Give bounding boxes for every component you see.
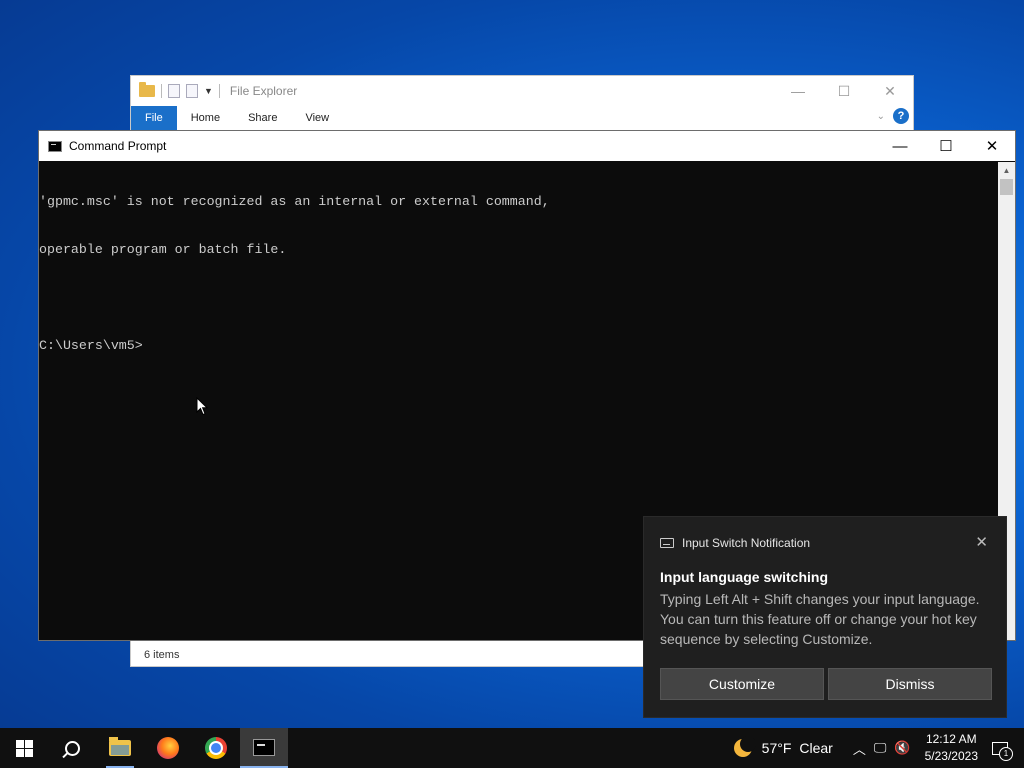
customize-button[interactable]: Customize — [660, 668, 824, 700]
tab-share[interactable]: Share — [234, 106, 291, 130]
window-controls: — ☐ ✕ — [775, 76, 913, 106]
notification-actions: Customize Dismiss — [660, 668, 992, 700]
new-folder-icon[interactable] — [186, 84, 198, 98]
expand-ribbon-chevron-icon[interactable]: ⌄ — [877, 111, 885, 122]
quick-access-toolbar: ▼ — [139, 82, 220, 98]
weather-condition[interactable]: Clear — [799, 740, 832, 756]
notification-body: Typing Left Alt + Shift changes your inp… — [660, 591, 980, 647]
scrollbar-thumb[interactable] — [1000, 179, 1013, 195]
clock[interactable]: 12:12 AM 5/23/2023 — [925, 731, 978, 765]
moon-weather-icon[interactable] — [733, 736, 756, 757]
start-button[interactable] — [0, 728, 48, 768]
help-icon[interactable]: ? — [893, 108, 909, 124]
close-icon[interactable]: ✕ — [975, 533, 988, 551]
minimize-button[interactable]: — — [775, 76, 821, 106]
divider — [218, 84, 220, 98]
notification-app-name: Input Switch Notification — [682, 536, 811, 550]
command-prompt-titlebar[interactable]: Command Prompt — ☐ ✕ — [39, 131, 1015, 161]
notification-title: Input language switching — [660, 569, 828, 585]
clock-date: 5/23/2023 — [924, 749, 978, 763]
minimize-button[interactable]: — — [877, 131, 923, 161]
taskbar: 57°F Clear ︿ 🖵 🔇 12:12 AM 5/23/2023 1 — [0, 728, 1024, 768]
system-tray: 57°F Clear ︿ 🖵 🔇 12:12 AM 5/23/2023 1 — [733, 728, 1024, 768]
ribbon-tabs: File Home Share View ⌄ ? — [131, 106, 913, 131]
console-line: operable program or batch file. — [39, 242, 287, 257]
chrome-icon — [205, 737, 227, 759]
network-icon[interactable]: 🖵 — [874, 740, 887, 756]
search-icon — [64, 740, 80, 756]
taskbar-command-prompt[interactable] — [240, 728, 288, 768]
status-bar-item-count: 6 items — [144, 649, 180, 661]
firefox-icon — [157, 737, 179, 759]
chevron-up-icon[interactable]: ︿ — [853, 739, 866, 758]
close-button[interactable]: ✕ — [969, 131, 1015, 161]
folder-icon — [139, 82, 155, 97]
keyboard-icon — [660, 538, 674, 548]
properties-icon[interactable] — [168, 84, 180, 98]
notification-count-badge: 1 — [999, 746, 1013, 761]
weather-temperature[interactable]: 57°F — [762, 740, 792, 756]
window-controls: — ☐ ✕ — [877, 131, 1015, 161]
maximize-button[interactable]: ☐ — [821, 76, 867, 106]
taskbar-chrome[interactable] — [192, 728, 240, 768]
window-title: Command Prompt — [69, 139, 167, 153]
file-explorer-titlebar[interactable]: ▼ File Explorer — ☐ ✕ — [131, 76, 913, 106]
taskbar-file-explorer[interactable] — [96, 728, 144, 768]
dismiss-button[interactable]: Dismiss — [828, 668, 992, 700]
windows-logo-icon — [15, 739, 33, 757]
search-button[interactable] — [48, 728, 96, 768]
clock-time: 12:12 AM — [925, 732, 977, 746]
divider — [161, 84, 162, 98]
tab-view[interactable]: View — [291, 106, 343, 130]
action-center-icon[interactable]: 1 — [992, 741, 1013, 761]
file-explorer-icon — [109, 737, 131, 756]
command-prompt-icon — [48, 140, 62, 152]
ribbon-right-controls: ⌄ ? — [877, 108, 909, 124]
taskbar-firefox[interactable] — [144, 728, 192, 768]
tab-file[interactable]: File — [131, 106, 177, 130]
customize-toolbar-chevron-icon[interactable]: ▼ — [204, 86, 213, 96]
command-prompt-icon — [253, 738, 275, 756]
console-prompt[interactable]: C:\Users\vm5> — [39, 338, 998, 354]
maximize-button[interactable]: ☐ — [923, 131, 969, 161]
console-line: 'gpmc.msc' is not recognized as an inter… — [39, 194, 550, 209]
tab-home[interactable]: Home — [177, 106, 234, 130]
close-button[interactable]: ✕ — [867, 76, 913, 106]
scroll-up-arrow-icon[interactable]: ▲ — [998, 162, 1015, 179]
window-title: File Explorer — [229, 84, 298, 98]
input-switch-notification[interactable]: Input Switch Notification ✕ Input langua… — [644, 517, 1006, 717]
volume-muted-icon[interactable]: 🔇 — [894, 740, 910, 756]
notification-header: Input Switch Notification — [660, 536, 810, 550]
